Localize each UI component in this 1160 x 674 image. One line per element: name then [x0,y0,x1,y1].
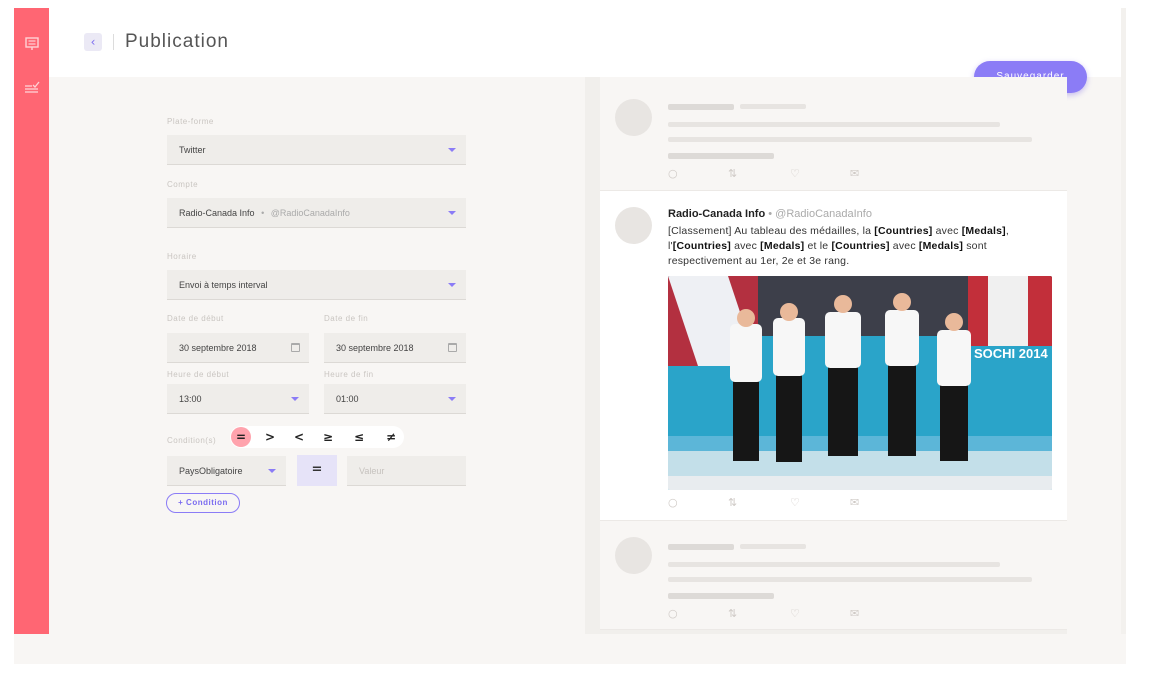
chevron-down-icon [448,148,456,152]
schedule-label: Horaire [167,252,197,261]
end-time-select[interactable]: 01:00 [324,384,466,414]
schedule-value: Envoi à temps interval [179,280,268,290]
operator-greater[interactable]: > [259,426,281,448]
start-date-value: 30 septembre 2018 [179,343,257,353]
platform-label: Plate-forme [167,117,214,126]
tweet-image[interactable]: SOCHI 2014 [668,276,1052,490]
right-edge [1121,8,1126,634]
sidebar [14,8,49,634]
chevron-down-icon [268,469,276,473]
avatar [615,537,652,574]
platform-select[interactable]: Twitter [167,135,466,165]
platform-value: Twitter [179,145,206,155]
chevron-down-icon [291,397,299,401]
like-icon[interactable]: ♡ [790,167,800,180]
retweet-icon[interactable]: ⇅ [728,607,737,620]
reply-icon[interactable]: ○ [668,496,678,509]
condition-field-select[interactable]: PaysObligatoire [167,456,286,486]
page-title: Publication [125,31,229,52]
presentation-icon[interactable] [24,36,40,52]
add-condition-button[interactable]: + Condition [166,493,240,513]
share-icon[interactable]: ✉ [850,607,859,620]
retweet-icon[interactable]: ⇅ [728,167,737,180]
end-date-field[interactable]: 30 septembre 2018 [324,333,466,363]
condition-field-value: PaysObligatoire [179,466,243,476]
author-name: Radio-Canada Info [668,208,766,220]
sochi-text: SOCHI 2014 [974,346,1048,361]
account-label: Compte [167,180,199,189]
chevron-down-icon [448,397,456,401]
operator-equal[interactable]: = [231,427,251,447]
like-icon[interactable]: ♡ [790,607,800,620]
calendar-icon[interactable] [448,343,457,352]
account-select[interactable]: Radio-Canada Info • @RadioCanadaInfo [167,198,466,228]
like-icon[interactable]: ♡ [790,496,800,509]
start-time-value: 13:00 [179,394,202,404]
share-icon[interactable]: ✉ [850,167,859,180]
account-name: Radio-Canada Info [179,208,255,218]
operator-greater-equal[interactable]: ≥ [317,426,339,448]
end-time-label: Heure de fin [324,370,374,379]
operator-less-equal[interactable]: ≤ [348,426,370,448]
placeholder-tweet: ○ ⇅ ♡ ✉ [600,521,1067,630]
tweet-text: [Classement] Au tableau des médailles, l… [668,225,1010,267]
account-handle: @RadioCanadaInfo [270,208,350,218]
checklist-icon[interactable] [24,80,40,96]
header-divider [113,34,114,50]
operator-not-equal[interactable]: ≠ [380,426,402,448]
schedule-select[interactable]: Envoi à temps interval [167,270,466,300]
retweet-icon[interactable]: ⇅ [728,496,737,509]
avatar [615,99,652,136]
start-time-select[interactable]: 13:00 [167,384,309,414]
end-time-value: 01:00 [336,394,359,404]
reply-icon[interactable]: ○ [668,607,678,620]
end-date-label: Date de fin [324,314,369,323]
start-date-label: Date de début [167,314,224,323]
account-separator: • [261,208,265,218]
chevron-down-icon [448,211,456,215]
avatar [615,207,652,244]
conditions-label: Condition(s) [167,436,217,445]
chevron-left-icon[interactable]: ‹ [84,33,102,51]
reply-icon[interactable]: ○ [668,167,678,180]
placeholder-tweet: ○ ⇅ ♡ ✉ [600,77,1067,191]
tweet-card: Radio-Canada Info • @RadioCanadaInfo [Cl… [600,191,1067,521]
chevron-down-icon [448,283,456,287]
tweet-author: Radio-Canada Info • @RadioCanadaInfo [668,208,872,220]
condition-operator[interactable]: = [297,455,337,486]
share-icon[interactable]: ✉ [850,496,859,509]
start-date-field[interactable]: 30 septembre 2018 [167,333,309,363]
calendar-icon[interactable] [291,343,300,352]
author-separator: • [768,208,773,220]
end-date-value: 30 septembre 2018 [336,343,414,353]
operator-picker: = > < ≥ ≤ ≠ [230,426,404,448]
start-time-label: Heure de début [167,370,230,379]
condition-value-input[interactable]: Valeur [347,456,466,486]
page-header: ‹ Publication [49,8,1121,77]
operator-less[interactable]: < [288,426,310,448]
author-handle: @RadioCanadaInfo [775,208,872,220]
